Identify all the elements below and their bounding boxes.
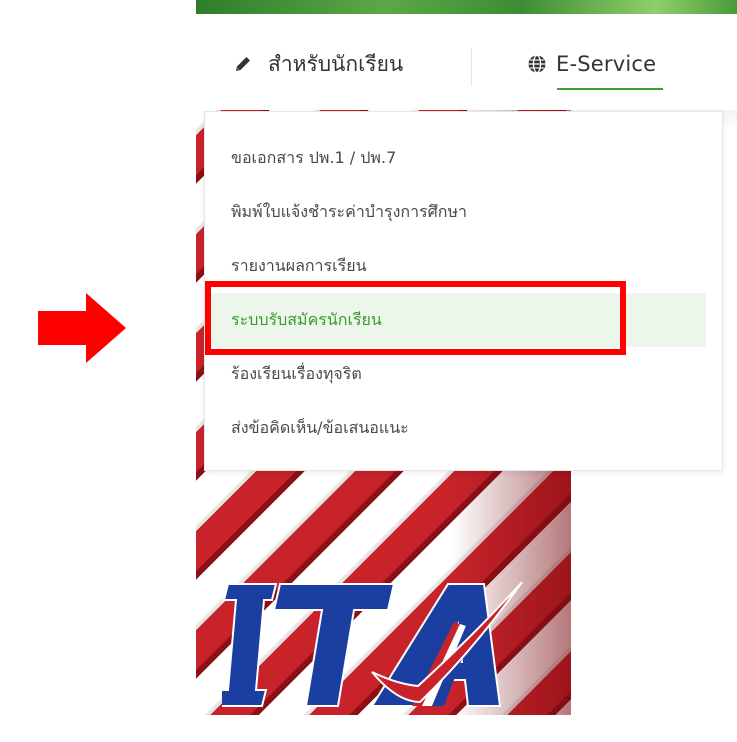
- highlight-box: [205, 281, 626, 355]
- menu-item-label: ขอเอกสาร ปพ.1 / ปพ.7: [231, 147, 397, 167]
- menu-item-label: รายงานผลการเรียน: [231, 255, 367, 275]
- ita-logo-icon: [212, 562, 542, 716]
- menu-item-label: พิมพ์ใบแจ้งชำระค่าบำรุงการศึกษา: [231, 201, 468, 221]
- menu-item-label: ส่งข้อคิดเห็น/ข้อเสนอแนะ: [231, 417, 409, 437]
- top-navigation: สำหรับนักเรียน E-Service: [196, 14, 737, 110]
- nav-item-student-label: สำหรับนักเรียน: [268, 51, 404, 76]
- globe-icon: [526, 53, 548, 75]
- pencil-icon: [232, 53, 254, 75]
- menu-item-corruption-complaint[interactable]: ร้องเรียนเรื่องทุจริต: [205, 347, 722, 401]
- nav-item-student[interactable]: สำหรับนักเรียน: [232, 44, 403, 84]
- nav-item-eservice-label: E-Service: [556, 52, 657, 76]
- menu-item-feedback[interactable]: ส่งข้อคิดเห็น/ข้อเสนอแนะ: [205, 401, 722, 455]
- nav-divider: [471, 48, 472, 86]
- nav-active-underline: [557, 88, 663, 90]
- right-arrow-icon: [38, 293, 128, 367]
- menu-item-request-documents[interactable]: ขอเอกสาร ปพ.1 / ปพ.7: [205, 131, 722, 185]
- menu-item-label: ร้องเรียนเรื่องทุจริต: [231, 363, 362, 383]
- menu-item-print-payment-notice[interactable]: พิมพ์ใบแจ้งชำระค่าบำรุงการศึกษา: [205, 185, 722, 239]
- header-green-strip: [196, 0, 737, 14]
- nav-item-eservice[interactable]: E-Service: [526, 44, 656, 84]
